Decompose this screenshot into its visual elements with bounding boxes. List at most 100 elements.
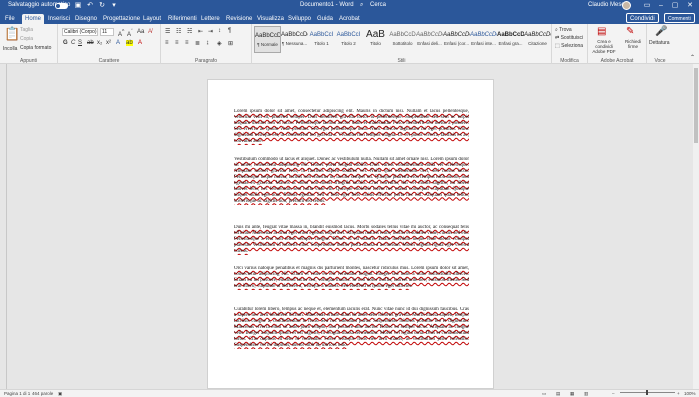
- font-size-select[interactable]: 11: [100, 28, 114, 36]
- paragraph-2[interactable]: Vestibulum commodo ut lacus et aliquet. …: [234, 157, 469, 205]
- page-count[interactable]: Pagina 1 di 1: [4, 391, 30, 396]
- redo-icon[interactable]: ↻: [97, 1, 107, 10]
- align-right-icon[interactable]: ≡: [185, 40, 189, 46]
- clear-format-icon[interactable]: A̸: [148, 29, 152, 35]
- cut-button[interactable]: Taglia: [20, 27, 33, 33]
- paragraph-5[interactable]: Curabitur lorem libero, tempus ac neque …: [234, 307, 469, 349]
- strikethrough-icon[interactable]: ab: [87, 40, 94, 46]
- zoom-in-icon[interactable]: +: [677, 391, 680, 396]
- bold-icon[interactable]: G: [63, 40, 68, 46]
- increase-indent-icon[interactable]: ⇥: [208, 28, 213, 35]
- style-normal[interactable]: AaBbCcDc ¶ Normale: [254, 26, 281, 53]
- line-spacing-icon[interactable]: ↨: [206, 40, 209, 46]
- align-center-icon[interactable]: ≡: [175, 40, 179, 46]
- paragraph-1[interactable]: Lorem ipsum dolor sit amet, consectetur …: [234, 109, 469, 145]
- zoom-out-icon[interactable]: –: [612, 391, 615, 396]
- style-intense-emphasis[interactable]: AaBbCcDc Enfasi inte...: [470, 26, 497, 53]
- shrink-font-icon[interactable]: Aˇ: [127, 29, 133, 38]
- change-case-icon[interactable]: Aa: [137, 29, 144, 35]
- close-icon[interactable]: ✕: [683, 0, 697, 12]
- request-signatures-button[interactable]: Richiedi firme: [622, 39, 644, 49]
- collapse-ribbon-icon[interactable]: ⌃: [690, 54, 695, 61]
- tab-insert[interactable]: Inserisci: [48, 14, 70, 24]
- style-emphasis[interactable]: AaBbCcDc Enfasi (cor...: [443, 26, 470, 53]
- style-heading-2[interactable]: AaBbCcI Titolo 2: [335, 26, 362, 53]
- customize-qat-icon[interactable]: ▾: [109, 1, 119, 10]
- superscript-icon[interactable]: x²: [106, 40, 111, 46]
- tab-layout-design[interactable]: Progettazione: [103, 14, 140, 24]
- copy-button[interactable]: Copia: [20, 36, 33, 42]
- tab-home[interactable]: Home: [22, 14, 45, 24]
- tab-mailings[interactable]: Lettere: [201, 14, 220, 24]
- scrollbar-thumb[interactable]: [694, 68, 698, 143]
- share-button[interactable]: Condividi: [626, 13, 659, 23]
- read-mode-icon[interactable]: ▤: [556, 391, 560, 397]
- style-no-spacing[interactable]: AaBbCcDc ¶ Nessuna...: [281, 26, 308, 53]
- decrease-indent-icon[interactable]: ⇤: [198, 28, 203, 35]
- subscript-icon[interactable]: x₂: [97, 40, 102, 46]
- autosave-toggle[interactable]: [55, 3, 68, 9]
- font-name-select[interactable]: Calibri (Corpo): [62, 28, 98, 36]
- tab-help[interactable]: Guida: [317, 14, 333, 24]
- show-marks-icon[interactable]: ¶: [228, 28, 231, 34]
- document-page[interactable]: Lorem ipsum dolor sit amet, consectetur …: [207, 79, 494, 389]
- style-title[interactable]: AaB Titolo: [362, 26, 389, 53]
- create-pdf-icon[interactable]: ▤: [597, 26, 606, 37]
- create-pdf-button[interactable]: Crea e condividi Adobe PDF: [589, 39, 619, 54]
- request-signatures-icon[interactable]: ✎: [626, 26, 634, 37]
- align-left-icon[interactable]: ≡: [165, 40, 169, 46]
- justify-icon[interactable]: ≣: [195, 40, 200, 47]
- zoom-level[interactable]: 100%: [684, 391, 696, 396]
- style-heading-1[interactable]: AaBbCcI Titolo 1: [308, 26, 335, 53]
- underline-icon[interactable]: S: [78, 40, 82, 46]
- style-quote[interactable]: AaBbCcDc Citazione: [524, 26, 551, 53]
- italic-icon[interactable]: C: [71, 40, 75, 46]
- tab-review[interactable]: Revisione: [226, 14, 252, 24]
- tab-references[interactable]: Riferimenti: [168, 14, 197, 24]
- style-subtle-emphasis[interactable]: AaBbCcDc Enfasi deli...: [416, 26, 443, 53]
- search-box[interactable]: ⌕ Cerca: [360, 1, 480, 11]
- borders-icon[interactable]: ⊞: [228, 40, 233, 47]
- ribbon-display-icon[interactable]: ▭: [640, 0, 654, 12]
- avatar[interactable]: [622, 1, 631, 10]
- proofing-icon[interactable]: ▣: [58, 391, 62, 397]
- zoom-slider-handle[interactable]: [646, 390, 648, 395]
- save-icon[interactable]: ▣: [73, 1, 83, 10]
- paste-label[interactable]: Incolla: [3, 46, 17, 52]
- print-layout-icon[interactable]: ▦: [570, 391, 574, 397]
- tab-layout[interactable]: Layout: [143, 14, 161, 24]
- format-painter-button[interactable]: Copia formato: [20, 45, 51, 51]
- text-effects-icon[interactable]: A: [116, 40, 120, 46]
- dictate-button[interactable]: Dettatura: [649, 40, 670, 46]
- tab-view[interactable]: Visualizza: [257, 14, 284, 24]
- tab-design[interactable]: Disegno: [75, 14, 97, 24]
- undo-icon[interactable]: ↶: [85, 1, 95, 10]
- paste-icon[interactable]: 📋: [4, 26, 20, 42]
- word-count[interactable]: 464 parole: [32, 391, 53, 396]
- grow-font-icon[interactable]: A^: [118, 29, 124, 38]
- tab-file[interactable]: File: [5, 14, 15, 24]
- bullets-icon[interactable]: ☰: [165, 28, 170, 35]
- minimize-icon[interactable]: –: [654, 0, 668, 12]
- focus-mode-icon[interactable]: ▭: [542, 391, 546, 397]
- comments-button[interactable]: Commenti: [664, 13, 695, 23]
- replace-button[interactable]: ⇄ Sostituisci: [555, 35, 583, 41]
- multilevel-list-icon[interactable]: ☵: [187, 28, 192, 35]
- user-name[interactable]: Claudio Mesci: [588, 2, 626, 8]
- style-subtitle[interactable]: AaBbCcD Sottotitolo: [389, 26, 416, 53]
- style-strong[interactable]: AaBbCcDc Enfasi gra...: [497, 26, 524, 53]
- tab-developer[interactable]: Sviluppo: [288, 14, 311, 24]
- microphone-icon[interactable]: 🎤: [655, 26, 667, 37]
- paragraph-3[interactable]: Duis mi ante, feugiat vitae massa in, bl…: [234, 225, 469, 255]
- maximize-icon[interactable]: ▢: [668, 0, 682, 12]
- highlight-icon[interactable]: ab: [126, 40, 133, 46]
- web-layout-icon[interactable]: ▥: [584, 391, 588, 397]
- select-button[interactable]: ⬚ Seleziona: [555, 43, 583, 49]
- shading-icon[interactable]: ◈: [217, 40, 222, 47]
- font-color-icon[interactable]: A: [138, 40, 142, 46]
- paragraph-4[interactable]: Orci varius natoque penatibus et magnis …: [234, 266, 469, 290]
- tab-acrobat[interactable]: Acrobat: [339, 14, 360, 24]
- numbering-icon[interactable]: ☷: [176, 28, 181, 35]
- sort-icon[interactable]: ↕: [218, 28, 221, 34]
- find-button[interactable]: ⌕ Trova: [555, 27, 572, 33]
